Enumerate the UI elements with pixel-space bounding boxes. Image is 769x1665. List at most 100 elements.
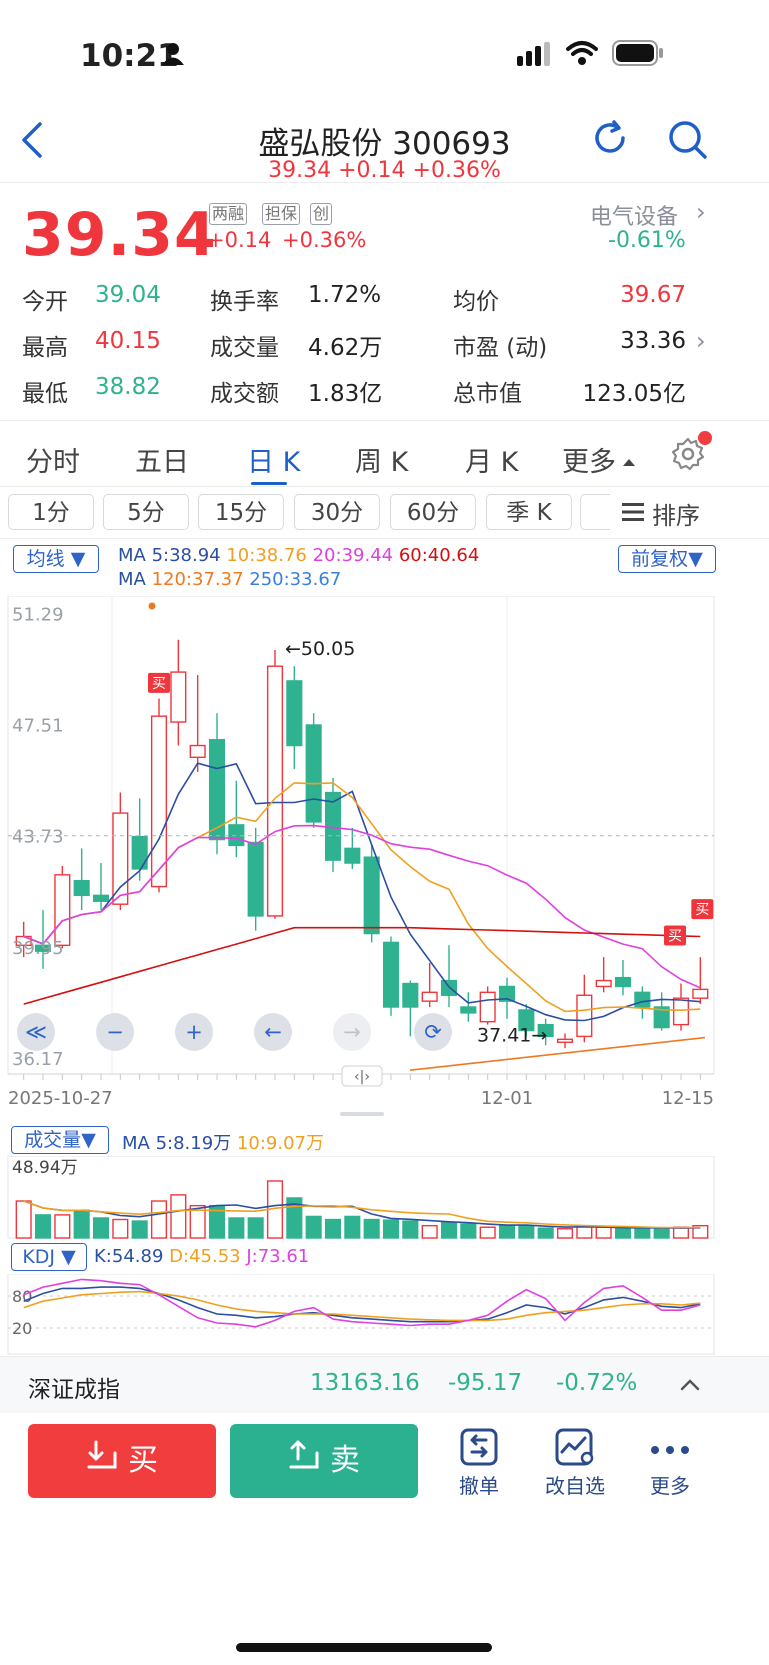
ma-selector[interactable]: 均线 ▼ xyxy=(13,545,99,573)
subtab-season-k[interactable]: 季 K xyxy=(486,494,572,530)
kdj-j-value: J:73.61 xyxy=(246,1246,310,1267)
cancel-order-label[interactable]: 撤单 xyxy=(439,1470,519,1499)
dropdown-icon: ▼ xyxy=(70,548,86,570)
stat-label: 市盈 (动) xyxy=(453,335,548,361)
candle-body xyxy=(266,665,284,917)
ma20-value: 20:39.44 xyxy=(312,545,394,566)
kdj-selector-label: KDJ xyxy=(22,1246,56,1268)
sort-button[interactable]: 排序 xyxy=(612,494,722,530)
volume-chart[interactable]: 48.94万 xyxy=(0,1156,769,1240)
y-tick-label: 51.29 xyxy=(12,605,64,626)
vol-ma-label: MA xyxy=(122,1133,150,1154)
ma-selector-label: 均线 xyxy=(26,548,65,570)
tag-chinext: 创 xyxy=(310,203,333,225)
kdj-j-line xyxy=(23,1278,701,1328)
tab-monthly-k[interactable]: 月 K xyxy=(465,440,518,479)
kdj-chart[interactable]: 80 20 xyxy=(0,1274,769,1356)
stat-label: 均价 xyxy=(453,289,499,315)
stat-label: 成交量 xyxy=(210,335,279,361)
sell-button[interactable]: 卖 xyxy=(230,1424,418,1498)
candle-body xyxy=(228,824,245,847)
svg-text:⟳: ⟳ xyxy=(424,1020,442,1044)
candle-body xyxy=(189,744,206,758)
y-tick-label: 47.51 xyxy=(12,716,64,737)
ma-row-2: MA 120:37.37 250:33.67 xyxy=(118,569,341,590)
subtab-1min[interactable]: 1分 xyxy=(8,494,94,530)
subtab-15min[interactable]: 15分 xyxy=(198,494,284,530)
upload-arrow-icon xyxy=(288,1425,320,1499)
candle-body xyxy=(402,982,419,1008)
stat-label: 今开 xyxy=(22,289,68,315)
stat-label: 最高 xyxy=(22,335,68,361)
header-quote: 39.34 +0.14 +0.36% xyxy=(268,158,501,183)
sector-change: -0.61% xyxy=(608,228,686,253)
more-label[interactable]: 更多 xyxy=(630,1470,710,1499)
volume-bar xyxy=(92,1217,110,1239)
candle-body xyxy=(54,874,71,947)
edit-watchlist-label[interactable]: 改自选 xyxy=(535,1470,615,1499)
kline-chart[interactable]: 51.2947.5143.7339.9536.17←50.0537.41→买买买… xyxy=(0,596,769,1116)
x-tick-label: 2025-10-27 xyxy=(8,1088,113,1109)
wifi-icon xyxy=(566,40,598,70)
svg-text:→: → xyxy=(343,1020,361,1044)
panel-divider-handle xyxy=(340,1112,384,1116)
cancel-order-icon[interactable] xyxy=(460,1428,498,1470)
chevron-up-icon[interactable] xyxy=(680,1376,700,1395)
volume-bar xyxy=(344,1215,361,1239)
pan-right-icon[interactable]: → xyxy=(333,1013,371,1051)
tab-5day[interactable]: 五日 xyxy=(135,440,189,479)
adjustment-selector[interactable]: 前复权▼ xyxy=(618,545,716,573)
volume-selector[interactable]: 成交量▼ xyxy=(11,1126,109,1154)
volume-bar xyxy=(131,1220,148,1239)
volume-bar xyxy=(170,1194,187,1239)
tag-margin: 两融 xyxy=(209,203,248,225)
pe-chevron-icon[interactable]: › xyxy=(696,327,706,355)
tab-more[interactable]: 更多 xyxy=(562,440,616,479)
tab-timeshare[interactable]: 分时 xyxy=(26,440,80,479)
candle-body xyxy=(247,841,264,917)
svg-text:←: ← xyxy=(264,1020,282,1044)
candle-body xyxy=(112,812,129,905)
more-dots-icon[interactable] xyxy=(650,1440,690,1459)
volume-bar xyxy=(112,1218,129,1239)
pan-left-icon[interactable]: ← xyxy=(254,1013,292,1051)
refresh-icon[interactable] xyxy=(590,118,630,162)
vol-ma10-value: 10:9.07万 xyxy=(236,1133,324,1154)
candle-body xyxy=(576,994,593,1038)
tab-daily-k[interactable]: 日 K xyxy=(247,440,300,479)
subtab-60min[interactable]: 60分 xyxy=(390,494,476,530)
tab-weekly-k[interactable]: 周 K xyxy=(355,440,408,479)
sector-name[interactable]: 电气设备 xyxy=(590,199,678,231)
zoom-in-icon[interactable]: + xyxy=(175,1013,213,1051)
dropdown-icon: ▼ xyxy=(688,548,703,570)
volume-bar xyxy=(421,1224,438,1239)
vol-ma5-value: 5:8.19万 xyxy=(155,1133,232,1154)
y-tick-label: 39.95 xyxy=(12,938,64,959)
volume-bar xyxy=(440,1221,458,1239)
home-indicator xyxy=(236,1643,492,1652)
volume-bar xyxy=(34,1214,52,1239)
volume-bar xyxy=(479,1226,496,1239)
candle-body xyxy=(170,671,187,723)
svg-text:≪: ≪ xyxy=(25,1020,47,1044)
y-tick-label: 43.73 xyxy=(12,827,64,848)
volume-bar xyxy=(498,1224,516,1239)
edit-watchlist-icon[interactable] xyxy=(555,1428,595,1470)
chevron-right-icon[interactable]: › xyxy=(696,198,706,226)
chart-resize-handle[interactable]: ‹|› xyxy=(341,1065,383,1087)
zoom-out-icon[interactable]: − xyxy=(96,1013,134,1051)
stat-value: 39.04 xyxy=(95,282,161,308)
download-arrow-icon xyxy=(86,1425,118,1499)
search-icon[interactable] xyxy=(666,118,710,166)
rotate-icon[interactable]: ⟳ xyxy=(414,1013,452,1051)
buy-button[interactable]: 买 xyxy=(28,1424,216,1498)
candle-body xyxy=(305,724,322,823)
kdj-k-value: K:54.89 xyxy=(94,1246,164,1267)
ma250-value: 250:33.67 xyxy=(249,569,342,590)
scroll-left-icon[interactable]: ≪ xyxy=(17,1013,55,1051)
subtab-5min[interactable]: 5分 xyxy=(103,494,189,530)
dropdown-icon: ▼ xyxy=(61,1246,76,1268)
kdj-selector[interactable]: KDJ ▼ xyxy=(11,1243,87,1271)
sell-label: 卖 xyxy=(330,1443,360,1478)
subtab-30min[interactable]: 30分 xyxy=(294,494,380,530)
